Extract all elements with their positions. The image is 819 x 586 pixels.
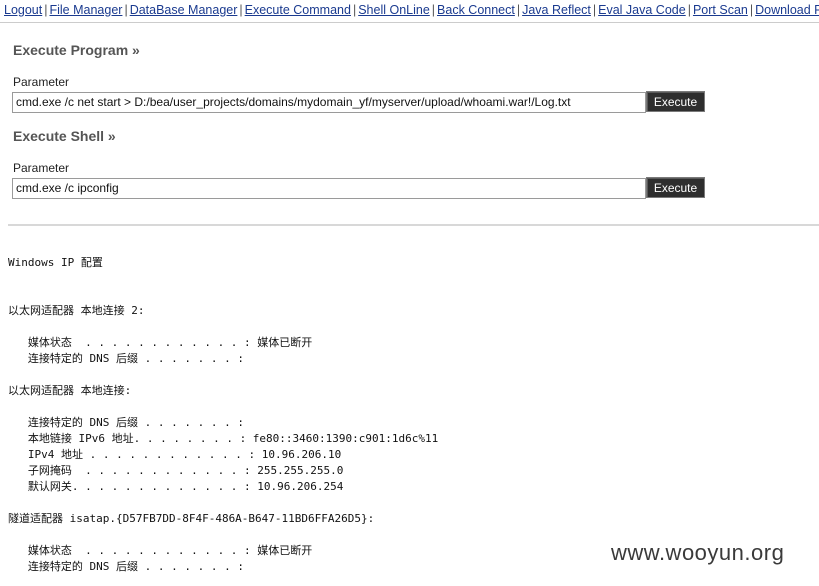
execute-shell-param-label: Parameter	[13, 161, 70, 175]
nav-logout-link[interactable]: Logout	[4, 3, 42, 17]
nav-separator: |	[687, 3, 691, 17]
nav-java-reflect-link[interactable]: Java Reflect	[522, 3, 591, 17]
nav-separator: |	[431, 3, 436, 17]
top-nav: Logout | File Manager | DataBase Manager | Exe…	[0, 0, 819, 23]
execute-program-param-input[interactable]	[12, 92, 646, 113]
output-line: 以太网适配器 本地连接:	[8, 384, 132, 397]
output-line: IPv4 地址 . . . . . . . . . . . . : 10.96.…	[8, 448, 342, 461]
nav-execute-command-link[interactable]: Execute Command	[245, 3, 351, 17]
execute-program-button[interactable]: Execute	[646, 91, 705, 112]
output-line: 连接特定的 DNS 后缀 . . . . . . . :	[8, 416, 244, 429]
nav-separator: |	[239, 3, 243, 17]
output-line: 媒体状态 . . . . . . . . . . . . : 媒体已断开	[8, 336, 313, 349]
execute-shell-button[interactable]: Execute	[646, 177, 705, 198]
execute-shell-title: Execute Shell »	[13, 128, 116, 144]
output-line: 默认网关. . . . . . . . . . . . . : 10.96.20…	[8, 480, 344, 493]
nav-file-manager-link[interactable]: File Manager	[49, 3, 122, 17]
top-nav-links: Logout | File Manager | DataBase Manager | Exe…	[4, 0, 819, 20]
output-line: 子网掩码 . . . . . . . . . . . . : 255.255.2…	[8, 464, 344, 477]
nav-eval-java-code-link[interactable]: Eval Java Code	[598, 3, 686, 17]
output-line: 本地链接 IPv6 地址. . . . . . . . : fe80::3460…	[8, 432, 439, 445]
divider	[8, 224, 819, 226]
execute-program-title: Execute Program »	[13, 42, 140, 58]
nav-port-scan-link[interactable]: Port Scan	[693, 3, 748, 17]
output-line: 连接特定的 DNS 后缀 . . . . . . . :	[8, 352, 244, 365]
output-line: 隧道适配器 isatap.{D57FB7DD-8F4F-486A-B647-11…	[8, 512, 375, 525]
nav-back-connect-link[interactable]: Back Connect	[437, 3, 515, 17]
nav-download-link[interactable]: Download R	[755, 3, 819, 17]
execute-program-param-label: Parameter	[13, 75, 70, 89]
nav-separator: |	[749, 3, 754, 17]
output-line: 以太网适配器 本地连接 2:	[8, 304, 145, 317]
command-output: Windows IP 配置以太网适配器 本地连接 2: 媒体状态 . . . .…	[8, 255, 808, 575]
execute-shell-param-input[interactable]	[12, 178, 646, 199]
watermark: www.wooyun.org	[611, 540, 785, 565]
nav-separator: |	[124, 3, 128, 17]
nav-database-manager-link[interactable]: DataBase Manager	[130, 3, 238, 17]
output-line: Windows IP 配置	[8, 256, 103, 269]
nav-shell-online-link[interactable]: Shell OnLine	[358, 3, 430, 17]
